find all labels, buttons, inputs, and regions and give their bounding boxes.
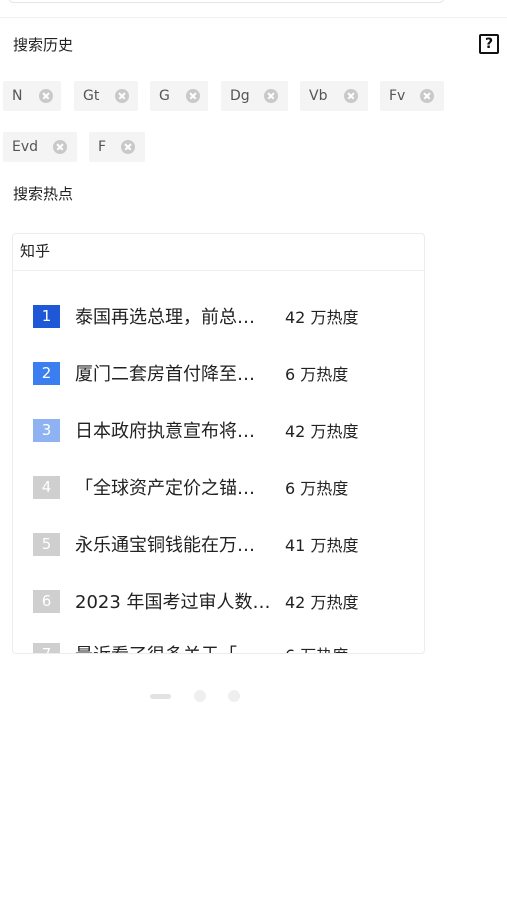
remove-icon[interactable] — [39, 89, 53, 103]
hot-item[interactable]: 1 泰国再选总理，前总理他信之女 42 万热度 — [33, 304, 358, 328]
rank-badge: 1 — [33, 304, 60, 328]
rank-badge: 5 — [33, 532, 60, 556]
history-chip[interactable]: Evd — [3, 132, 77, 162]
rank-badge: 4 — [33, 475, 60, 499]
remove-icon[interactable] — [121, 140, 135, 154]
source-tab[interactable]: 知乎 — [13, 234, 424, 271]
heat-count: 6 万热度 — [285, 479, 349, 498]
heat-count: 6 万热度 — [285, 365, 349, 384]
remove-icon[interactable] — [53, 140, 67, 154]
hot-item-title: 泰国再选总理，前总理他信之女 — [75, 307, 272, 328]
history-chip-label: F — [98, 139, 107, 155]
rank-badge: 3 — [33, 418, 60, 442]
history-chip[interactable]: Fv — [380, 81, 444, 111]
hot-item-title: 最近看了很多关于「退休」话题 — [75, 641, 272, 653]
page-indicator-dot[interactable] — [228, 690, 240, 702]
history-chip-label: N — [12, 88, 23, 104]
hot-item-title: 2023 年国考过审人数突破百万 — [75, 592, 272, 613]
divider — [0, 17, 507, 18]
hot-item[interactable]: 7 最近看了很多关于「退休」话题 6 万热度 — [33, 641, 348, 653]
hot-item-title: 「全球资产定价之锚」美债收益率 — [75, 478, 272, 499]
history-chip[interactable]: F — [89, 132, 145, 162]
rank-badge: 6 — [33, 589, 60, 613]
history-chip-label: Vb — [309, 88, 328, 104]
rank-badge: 2 — [33, 361, 60, 385]
page-indicator-dot[interactable] — [194, 690, 206, 702]
hot-search-title: 搜索热点 — [13, 185, 74, 203]
search-history-title: 搜索历史 — [13, 36, 74, 54]
history-chip-label: Evd — [12, 139, 39, 155]
remove-icon[interactable] — [344, 89, 358, 103]
heat-count: 41 万热度 — [285, 536, 359, 555]
hot-item[interactable]: 3 日本政府执意宣布将核污水排海 42 万热度 — [33, 418, 358, 442]
remove-icon[interactable] — [115, 89, 129, 103]
hot-list-card: 知乎 1 泰国再选总理，前总理他信之女 42 万热度 2 厦门二套房首付降至百分… — [12, 233, 425, 654]
hot-item[interactable]: 6 2023 年国考过审人数突破百万 42 万热度 — [33, 589, 358, 613]
history-chip[interactable]: Vb — [300, 81, 368, 111]
hot-item[interactable]: 4 「全球资产定价之锚」美债收益率 6 万热度 — [33, 475, 348, 499]
history-chip[interactable]: G — [150, 81, 208, 111]
heat-count: 42 万热度 — [285, 422, 359, 441]
history-chip-label: Fv — [389, 88, 406, 104]
page-indicator-active[interactable] — [150, 694, 171, 699]
heat-count: 42 万热度 — [285, 593, 359, 612]
hot-item-title: 日本政府执意宣布将核污水排海 — [75, 421, 272, 442]
remove-icon[interactable] — [186, 89, 200, 103]
hot-item-title: 厦门二套房首付降至百分之三十 — [75, 364, 272, 385]
hot-item[interactable]: 2 厦门二套房首付降至百分之三十 6 万热度 — [33, 361, 348, 385]
history-chip[interactable]: Dg — [221, 81, 288, 111]
help-icon[interactable]: ? — [479, 34, 499, 54]
rank-badge: 7 — [33, 642, 60, 653]
hot-item-title: 永乐通宝铜钱能在万年前出土吗 — [75, 535, 272, 556]
search-field-edge[interactable] — [8, 0, 445, 3]
history-chip-label: Dg — [230, 88, 250, 104]
hot-item[interactable]: 5 永乐通宝铜钱能在万年前出土吗 41 万热度 — [33, 532, 358, 556]
remove-icon[interactable] — [264, 89, 278, 103]
search-bar-remnant — [0, 0, 507, 18]
heat-count: 42 万热度 — [285, 308, 359, 327]
history-chip-label: Gt — [83, 88, 100, 104]
remove-icon[interactable] — [420, 89, 434, 103]
history-chip[interactable]: N — [3, 81, 61, 111]
heat-count: 6 万热度 — [285, 642, 348, 653]
history-chip[interactable]: Gt — [74, 81, 138, 111]
history-chip-label: G — [159, 88, 170, 104]
